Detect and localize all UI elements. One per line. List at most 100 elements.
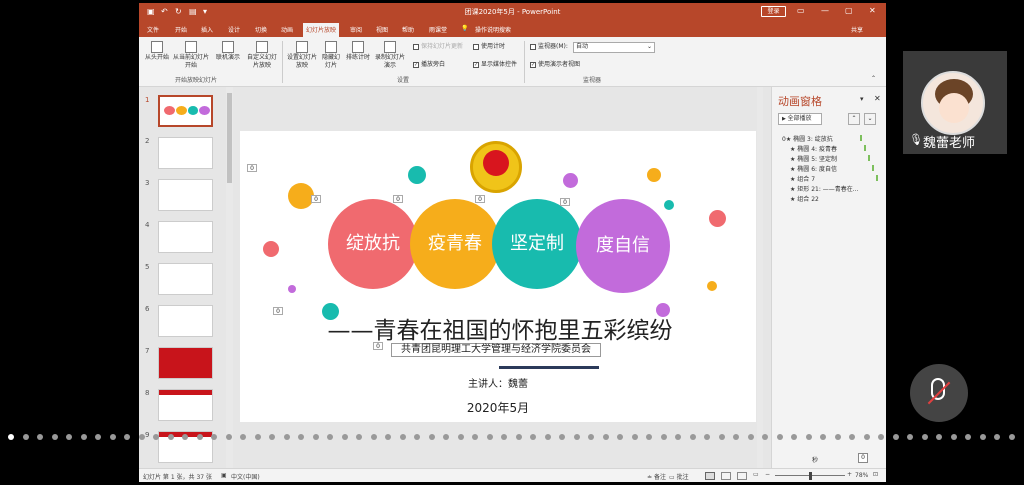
circle-word-2[interactable]: 疫青春	[410, 199, 500, 289]
close-icon[interactable]: ✕	[874, 94, 881, 103]
zoom-in-icon[interactable]: +	[847, 471, 852, 478]
tab-transitions[interactable]: 切换	[255, 25, 267, 34]
decor-dot	[288, 285, 296, 293]
zoom-thumb[interactable]	[809, 472, 812, 480]
circle-word-1[interactable]: 绽放抗	[328, 199, 418, 289]
anim-item[interactable]: ★ 椭圆 6: 度自信	[790, 164, 837, 173]
tab-review[interactable]: 审阅	[350, 25, 362, 34]
date-line[interactable]: 2020年5月	[390, 399, 606, 416]
page-dot	[892, 434, 899, 440]
fit-window-icon[interactable]: ⊡	[873, 471, 878, 478]
tab-view[interactable]: 视图	[376, 25, 388, 34]
zoom-level[interactable]: 78%	[855, 472, 868, 479]
animation-marker[interactable]: 0	[393, 195, 403, 203]
maximize-icon[interactable]: ▢	[845, 6, 853, 15]
tell-me-search[interactable]: 操作说明搜索	[475, 25, 511, 34]
collapse-ribbon-icon[interactable]: ⌃	[871, 75, 876, 83]
scrollbar-thumb[interactable]	[227, 93, 232, 183]
online-present-button[interactable]: 联机演示	[212, 41, 244, 62]
move-up-icon[interactable]: ⌃	[848, 113, 860, 125]
tab-design[interactable]: 设计	[228, 25, 240, 34]
page-dot	[312, 434, 319, 440]
normal-view-icon[interactable]	[705, 472, 715, 480]
tab-rain-classroom[interactable]: 雨课堂	[429, 25, 447, 34]
slide-thumbnail-1[interactable]	[158, 95, 213, 127]
anim-item[interactable]: ★ 组合 22	[790, 194, 819, 203]
slide-thumbnail-3[interactable]	[158, 179, 213, 211]
rehearse-button[interactable]: 排练计时	[344, 41, 372, 62]
slide-thumbnail-5[interactable]	[158, 263, 213, 295]
custom-show-button[interactable]: 自定义幻灯片放映	[245, 41, 279, 70]
animation-marker[interactable]: 0	[273, 307, 283, 315]
slide-thumbnail-4[interactable]	[158, 221, 213, 253]
slideshow-view-icon[interactable]: ▭	[753, 471, 759, 478]
slide-title[interactable]: ——青春在祖国的怀抱里五彩缤纷	[290, 311, 710, 345]
slide-thumbnail-6[interactable]	[158, 305, 213, 337]
monitor-select[interactable]: 自动 ⌄	[573, 42, 655, 53]
tab-animations[interactable]: 动画	[281, 25, 293, 34]
tab-slideshow[interactable]: 幻灯片放映	[303, 23, 340, 37]
setup-show-button[interactable]: 设置幻灯片放映	[285, 41, 319, 70]
editor-scrollbar[interactable]	[757, 87, 763, 468]
hide-slide-button[interactable]: 隐藏幻灯片	[320, 41, 342, 70]
page-dot	[196, 434, 203, 440]
ribbon-options-icon[interactable]: ▭	[797, 6, 805, 15]
pane-options-icon[interactable]: ▾	[860, 95, 864, 103]
from-current-button[interactable]: 从当前幻灯片开始	[171, 41, 211, 70]
slide-info: 幻灯片 第 1 张，共 37 张	[143, 474, 212, 481]
animation-marker[interactable]: 0	[247, 164, 257, 172]
slide-thumbnail-8[interactable]	[158, 389, 213, 421]
slide-thumbnail-2[interactable]	[158, 137, 213, 169]
page-dot	[138, 434, 145, 440]
page-dot	[936, 434, 942, 440]
reading-view-icon[interactable]	[737, 472, 747, 480]
zoom-out-icon[interactable]: −	[765, 471, 770, 478]
anim-item[interactable]: 0★ 椭圆 3: 绽放抗	[782, 134, 833, 143]
notes-button[interactable]: ≐ 备注	[647, 472, 666, 481]
circle-word-3[interactable]: 坚定制	[492, 199, 582, 289]
minimize-icon[interactable]: —	[821, 6, 829, 15]
divider	[282, 41, 283, 83]
login-button[interactable]: 登录	[761, 6, 786, 17]
comments-button[interactable]: ▭ 批注	[669, 472, 689, 481]
circle-word-4[interactable]: 度自信	[576, 199, 670, 293]
animation-marker[interactable]: 0	[560, 198, 570, 206]
from-start-button[interactable]: 从头开始	[143, 41, 171, 62]
record-button[interactable]: 录制幻灯片演示	[373, 41, 407, 70]
animation-marker[interactable]: 0	[475, 195, 485, 203]
presenter-view-checkbox[interactable]: ✓ 使用演示者视图	[530, 61, 580, 69]
page-dot	[820, 434, 826, 440]
anim-item[interactable]: ★ 组合 7	[790, 174, 815, 183]
thumbnail-scrollbar[interactable]	[226, 87, 233, 468]
slide-canvas[interactable]: 绽放抗 疫青春 坚定制 度自信 0 0 0 0 0 0 0 ——青春在祖国的怀抱…	[240, 131, 756, 422]
mic-muted-button[interactable]	[910, 364, 968, 422]
tab-insert[interactable]: 插入	[201, 25, 213, 34]
play-all-button[interactable]: ▶ 全部播放	[778, 113, 822, 125]
tab-file[interactable]: 文件	[147, 25, 159, 34]
thumbnail-pane: 1 2 3 4 5 6 7 8 9	[139, 87, 231, 468]
narration-checkbox[interactable]: ✓ 播放旁白	[413, 61, 445, 69]
tab-help[interactable]: 帮助	[402, 25, 414, 34]
page-dot	[747, 434, 754, 440]
page-dot	[80, 434, 87, 440]
org-name[interactable]: 共青团昆明理工大学管理与经济学院委员会	[391, 343, 601, 357]
spellcheck-icon[interactable]: ▣	[221, 472, 227, 479]
seconds-value[interactable]: 0	[858, 453, 868, 463]
move-down-icon[interactable]: ⌄	[864, 113, 876, 125]
tab-home[interactable]: 开始	[175, 25, 187, 34]
speaker-line[interactable]: 主讲人：魏蕾	[390, 375, 606, 390]
language[interactable]: 中文(中国)	[231, 472, 260, 481]
page-dot	[240, 434, 246, 440]
share-button[interactable]: 共享	[851, 25, 863, 34]
sorter-view-icon[interactable]	[721, 472, 731, 480]
animation-marker[interactable]: 0	[311, 195, 321, 203]
decor-dot	[709, 210, 726, 227]
anim-item[interactable]: ★ 椭圆 4: 疫青春	[790, 144, 837, 153]
close-icon[interactable]: ✕	[869, 6, 876, 15]
anim-item[interactable]: ★ 椭圆 5: 坚定制	[790, 154, 837, 163]
media-controls-checkbox[interactable]: ✓ 显示媒体控件	[473, 61, 517, 69]
slide-thumbnail-7[interactable]	[158, 347, 213, 379]
keep-updated-checkbox[interactable]: 保持幻灯片更新	[413, 43, 463, 51]
anim-item[interactable]: ★ 矩形 21: ——青春在...	[790, 184, 858, 193]
use-timing-checkbox[interactable]: 使用计时	[473, 43, 505, 51]
